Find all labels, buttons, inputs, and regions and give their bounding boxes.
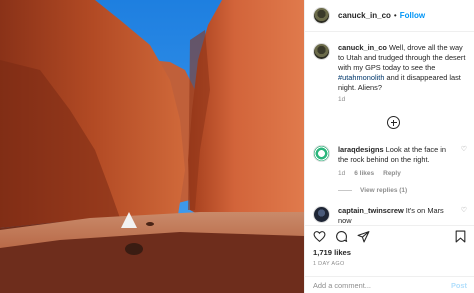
post-date: 1 DAY AGO [313,261,345,267]
post-photo[interactable] [0,0,304,293]
comment-item: laraqdesigns Look at the face in the roc… [313,145,473,165]
canyon-photo [0,0,304,293]
heart-icon[interactable] [313,230,326,243]
commenter-avatar[interactable] [313,206,330,223]
comment-icon[interactable] [335,230,348,243]
author-avatar[interactable] [313,7,330,24]
likes-count[interactable]: 1,719 likes [313,248,351,257]
view-replies[interactable]: View replies (1) [338,187,407,194]
commenter-avatar[interactable] [313,145,330,162]
comment-like-heart-icon[interactable]: ♡ [461,145,467,153]
share-icon[interactable] [357,230,370,243]
caption-avatar[interactable] [313,43,330,60]
comment-composer: Add a comment... Post [305,276,474,293]
reply-button[interactable]: Reply [383,170,401,177]
post-header: canuck_in_co • Follow [305,0,474,32]
comment-timestamp: 1d [338,170,346,177]
post-caption: canuck_in_co Well, drove all the way to … [313,43,471,93]
comment-likes[interactable]: 6 likes [354,170,374,177]
comment-username[interactable]: laraqdesigns [338,145,384,154]
actions-divider [305,225,474,226]
action-bar [313,230,370,243]
post-side-panel: canuck_in_co • Follow canuck_in_co Well,… [304,0,474,293]
post-comment-button[interactable]: Post [451,281,467,290]
comment-username[interactable]: captain_twinscrew [338,206,404,215]
replies-divider [338,190,352,191]
caption-timestamp: 1d [338,96,346,103]
follow-button[interactable]: Follow [400,11,425,20]
bookmark-icon[interactable] [455,230,466,243]
add-circle-icon[interactable] [387,116,400,129]
caption-username[interactable]: canuck_in_co [338,43,387,52]
comment-item: captain_twinscrew It's on Mars now ♡ [313,206,473,225]
view-replies-button[interactable]: View replies (1) [360,187,407,194]
caption-hashtag[interactable]: #utahmonolith [338,73,384,82]
comment-input[interactable]: Add a comment... [313,281,451,290]
author-username[interactable]: canuck_in_co [338,11,391,20]
comment-like-heart-icon[interactable]: ♡ [461,206,467,214]
separator-dot: • [393,11,397,20]
comment-meta: 1d 6 likes Reply [338,170,401,177]
